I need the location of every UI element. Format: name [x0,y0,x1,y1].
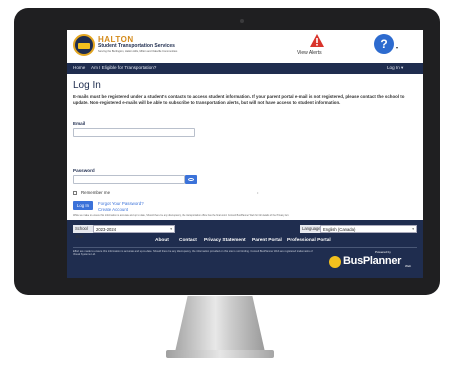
footer-link-parent-portal[interactable]: Parent Portal [252,238,282,243]
language-caption: Language [300,225,321,233]
remember-me-label: Remember me [81,190,111,195]
forgot-password-link[interactable]: Forgot Your Password? [98,201,144,206]
monitor-frame: HALTON Student Transportation Services S… [14,8,440,295]
footer-link-privacy[interactable]: Privacy Statement [204,238,246,243]
school-year-select[interactable]: 2023-2024 ▾ [93,225,175,233]
nav-home[interactable]: Home [73,65,85,70]
brand-tagline: Serving the Burlington, Halton Hills, Mi… [98,50,178,53]
bus-icon [78,43,90,49]
busplanner-version: Web [405,264,412,268]
footer-divider [73,247,417,248]
nav-login-dropdown[interactable]: Log In ▾ [387,65,403,71]
site-footer: School Year 2023-2024 ▾ Language English… [67,220,423,278]
login-panel: Log In E-mails must be registered under … [67,74,423,212]
view-alerts-link[interactable]: View Alerts [297,50,322,56]
email-label: Email [73,121,86,126]
webcam [240,19,244,23]
navbar: Home Am I Eligible for Transportation? L… [67,63,423,74]
monitor-stand [175,296,265,352]
footer-link-about[interactable]: About [155,238,169,243]
email-notice: E-mails must be registered under a stude… [73,94,405,105]
create-account-link[interactable]: Create Account [98,207,128,212]
school-year-value: 2023-2024 [96,227,117,232]
chevron-down-icon: ▾ [412,227,414,231]
eye-icon [188,178,194,181]
busplanner-brand: BusPlanner [343,255,402,267]
nav-eligibility[interactable]: Am I Eligible for Transportation? [91,65,156,70]
chevron-down-icon[interactable]: ▾ [396,45,398,50]
screen: HALTON Student Transportation Services S… [67,30,423,278]
monitor-stand-base [166,350,274,358]
bottom-disclaimer: Effort are made to ensure this informati… [73,250,313,257]
footer-link-contact[interactable]: Contact [179,238,197,243]
login-button[interactable]: Log In [73,201,93,210]
password-label: Password [73,168,95,173]
page-title: Log In [73,80,101,91]
remember-me-checkbox[interactable] [73,191,77,195]
site-header: HALTON Student Transportation Services S… [67,30,423,63]
powered-by-label: Powered by [375,250,391,254]
email-field[interactable] [73,128,195,137]
password-field[interactable] [73,175,185,184]
halton-logo-icon[interactable] [73,34,95,56]
help-icon[interactable]: ? [374,34,394,54]
language-value: English (Canada) [323,227,356,232]
footer-link-professional-portal[interactable]: Professional Portal [287,238,331,243]
brand-subtitle: Student Transportation Services [98,43,175,49]
separator-dot: • [257,190,259,195]
top-disclaimer: While we make to ensure this information… [73,214,290,217]
school-year-caption: School Year [73,225,93,239]
alert-icon[interactable] [310,34,324,47]
chevron-down-icon: ▾ [170,227,172,231]
language-select[interactable]: English (Canada) ▾ [320,225,417,233]
show-password-button[interactable] [185,175,197,184]
busplanner-logo-icon [329,256,341,268]
